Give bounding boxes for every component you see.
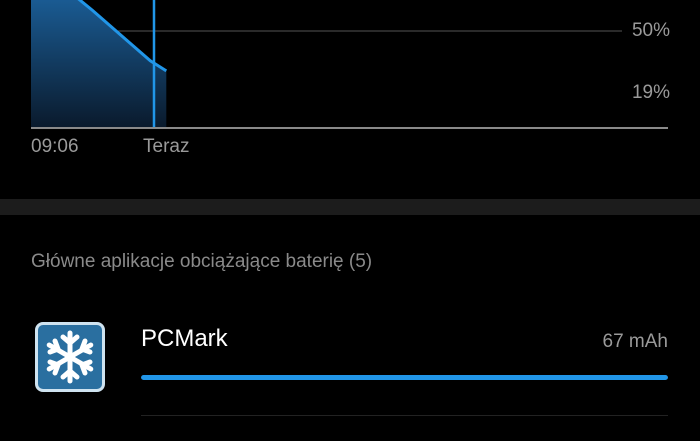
app-usage-bar-fill — [141, 375, 668, 380]
row-separator — [141, 415, 668, 416]
y-label-19: 19% — [631, 82, 670, 103]
x-label-start: 09:06 — [31, 136, 79, 157]
battery-history-chart: 50% 19% 09:06 Teraz — [0, 0, 700, 200]
snowflake-icon — [35, 322, 105, 392]
app-usage-bar — [141, 375, 668, 380]
app-usage-value: 67 mAh — [602, 331, 668, 352]
snowflake-icon-graphic — [46, 330, 94, 384]
battery-chart-svg — [31, 0, 668, 129]
y-label-50: 50% — [631, 20, 670, 41]
battery-level-area — [31, 0, 167, 128]
app-name: PCMark — [141, 325, 228, 352]
app-usage-row-pcmark[interactable]: PCMark 67 mAh — [0, 300, 700, 420]
top-apps-title: Główne aplikacje obciążające baterię (5) — [31, 251, 373, 272]
x-label-now: Teraz — [143, 136, 190, 157]
section-divider — [0, 199, 700, 215]
